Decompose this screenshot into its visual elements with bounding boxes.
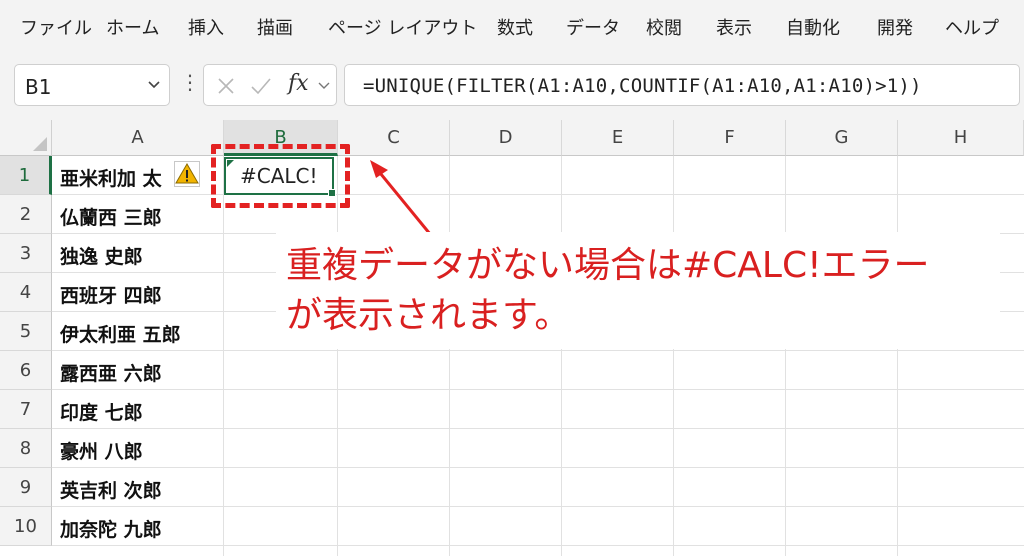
gridlines — [52, 156, 1024, 556]
row-header-3[interactable]: 3 — [0, 234, 52, 273]
chevron-down-icon[interactable] — [147, 77, 161, 91]
column-header-f[interactable]: F — [674, 120, 786, 156]
tab-insert[interactable]: 挿入 — [188, 14, 224, 40]
row-header-10[interactable]: 10 — [0, 507, 52, 546]
annotation-callout: 重複データがない場合は#CALC!エラー が表示されます。 — [276, 232, 1000, 349]
column-header-h[interactable]: H — [898, 120, 1024, 156]
error-warning-icon[interactable] — [174, 161, 200, 187]
row-header-1[interactable]: 1 — [0, 156, 52, 195]
column-header-g[interactable]: G — [786, 120, 898, 156]
annotation-line-2: が表示されます。 — [286, 295, 571, 336]
formula-text: =UNIQUE(FILTER(A1:A10,COUNTIF(A1:A10,A1:… — [363, 75, 922, 97]
row-header-5[interactable]: 5 — [0, 312, 52, 351]
tab-file[interactable]: ファイル — [20, 14, 92, 40]
cell-a2[interactable]: 仏蘭西 三郎 — [60, 203, 162, 230]
cell-a4[interactable]: 西班牙 四郎 — [60, 281, 162, 308]
insert-function-icon[interactable]: fx — [288, 71, 309, 96]
cell-a3[interactable]: 独逸 史郎 — [60, 242, 143, 269]
cell-a6[interactable]: 露西亜 六郎 — [60, 359, 162, 386]
annotation-line-1: 重複データがない場合は#CALC!エラー — [286, 245, 930, 286]
cell-a5[interactable]: 伊太利亜 五郎 — [60, 320, 181, 347]
formula-bar: B1 ⋮ fx =UNIQUE(FILTER(A1:A10,COUNTIF(A1… — [0, 56, 1024, 120]
row-header-7[interactable]: 7 — [0, 390, 52, 429]
name-box[interactable]: B1 — [14, 64, 170, 106]
highlight-box — [211, 144, 350, 208]
select-all-corner[interactable] — [0, 120, 52, 156]
tab-home[interactable]: ホーム — [106, 14, 159, 40]
select-all-icon — [33, 137, 47, 151]
formula-input[interactable]: =UNIQUE(FILTER(A1:A10,COUNTIF(A1:A10,A1:… — [344, 64, 1020, 106]
column-header-e[interactable]: E — [562, 120, 674, 156]
cell-a10[interactable]: 加奈陀 九郎 — [60, 515, 162, 542]
chevron-down-icon[interactable] — [318, 81, 330, 91]
column-header-c[interactable]: C — [338, 120, 450, 156]
row-header-6[interactable]: 6 — [0, 351, 52, 390]
tab-draw[interactable]: 描画 — [257, 14, 293, 40]
tab-review[interactable]: 校閲 — [646, 14, 682, 40]
tab-page-layout[interactable]: ページ レイアウト — [328, 14, 477, 40]
cell-a9[interactable]: 英吉利 次郎 — [60, 476, 162, 503]
row-header-4[interactable]: 4 — [0, 273, 52, 312]
enter-check-icon[interactable] — [250, 76, 272, 96]
tab-data[interactable]: データ — [566, 14, 620, 40]
more-options-icon[interactable]: ⋮ — [180, 70, 200, 94]
ribbon-tab-bar: ファイル ホーム 挿入 描画 ページ レイアウト 数式 データ 校閲 表示 自動… — [0, 0, 1024, 56]
worksheet-grid: A B C D E F G H 1 2 3 4 5 6 7 8 9 10 亜米利… — [0, 120, 1024, 556]
cancel-icon[interactable] — [216, 76, 236, 96]
name-box-value: B1 — [25, 75, 52, 99]
tab-view[interactable]: 表示 — [716, 14, 752, 40]
tab-formulas[interactable]: 数式 — [497, 14, 533, 40]
cell-a7[interactable]: 印度 七郎 — [60, 398, 143, 425]
tab-help[interactable]: ヘルプ — [945, 14, 999, 40]
row-header-2[interactable]: 2 — [0, 195, 52, 234]
tab-developer[interactable]: 開発 — [877, 14, 913, 40]
column-header-d[interactable]: D — [450, 120, 562, 156]
cell-a8[interactable]: 豪州 八郎 — [60, 437, 143, 464]
tab-automate[interactable]: 自動化 — [786, 14, 840, 40]
column-header-a[interactable]: A — [52, 120, 224, 156]
row-header-8[interactable]: 8 — [0, 429, 52, 468]
row-header-9[interactable]: 9 — [0, 468, 52, 507]
formula-buttons: fx — [203, 64, 337, 106]
annotation-arrow-icon — [370, 160, 432, 235]
cell-a1[interactable]: 亜米利加 太 — [60, 164, 180, 191]
